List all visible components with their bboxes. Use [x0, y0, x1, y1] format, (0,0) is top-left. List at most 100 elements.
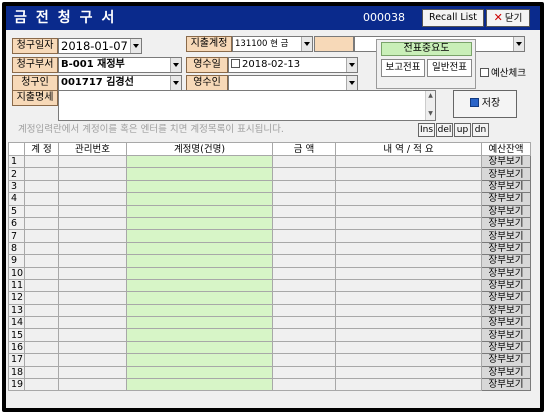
- account-cell[interactable]: [24, 241, 59, 256]
- amount-cell[interactable]: [272, 328, 336, 342]
- description-cell[interactable]: [335, 328, 482, 342]
- receiver-select[interactable]: [228, 75, 358, 91]
- table-row[interactable]: 17 장부보기: [8, 353, 531, 367]
- move-down-button[interactable]: dn: [472, 123, 489, 137]
- table-row[interactable]: 2 장부보기: [8, 167, 531, 181]
- view-ledger-button[interactable]: 장부보기: [481, 303, 531, 318]
- amount-cell[interactable]: [272, 303, 336, 318]
- table-row[interactable]: 12 장부보기: [8, 291, 531, 305]
- receipt-date-field[interactable]: 2018-02-13: [228, 57, 358, 73]
- description-cell[interactable]: [335, 266, 482, 280]
- account-cell[interactable]: [24, 291, 59, 305]
- chevron-down-icon[interactable]: [170, 58, 181, 72]
- amount-cell[interactable]: [272, 316, 336, 330]
- chevron-down-icon[interactable]: [301, 37, 312, 51]
- description-cell[interactable]: [335, 204, 482, 218]
- description-cell[interactable]: [335, 229, 482, 243]
- amount-cell[interactable]: [272, 229, 336, 243]
- account-name-cell[interactable]: [126, 278, 273, 293]
- view-ledger-button[interactable]: 장부보기: [481, 204, 531, 218]
- table-row[interactable]: 11 장부보기: [8, 278, 531, 293]
- account-name-cell[interactable]: [126, 204, 273, 218]
- account-name-cell[interactable]: [126, 291, 273, 305]
- save-button[interactable]: 저장: [453, 90, 517, 118]
- amount-cell[interactable]: [272, 216, 336, 231]
- chevron-down-icon[interactable]: [130, 39, 141, 53]
- management-number-cell[interactable]: [58, 353, 127, 367]
- account-name-cell[interactable]: [126, 303, 273, 318]
- budget-check-checkbox[interactable]: [480, 68, 489, 77]
- view-ledger-button[interactable]: 장부보기: [481, 316, 531, 330]
- dept-select[interactable]: B-001 재정부: [58, 57, 182, 73]
- account-cell[interactable]: [24, 167, 59, 181]
- view-ledger-button[interactable]: 장부보기: [481, 154, 531, 169]
- amount-cell[interactable]: [272, 204, 336, 218]
- amount-cell[interactable]: [272, 378, 336, 392]
- table-row[interactable]: 3 장부보기: [8, 179, 531, 194]
- management-number-cell[interactable]: [58, 241, 127, 256]
- amount-cell[interactable]: [272, 154, 336, 169]
- amount-cell[interactable]: [272, 192, 336, 206]
- view-ledger-button[interactable]: 장부보기: [481, 353, 531, 367]
- table-row[interactable]: 4 장부보기: [8, 192, 531, 206]
- account-cell[interactable]: [24, 216, 59, 231]
- description-cell[interactable]: [335, 340, 482, 355]
- management-number-cell[interactable]: [58, 365, 127, 380]
- account-cell[interactable]: [24, 353, 59, 367]
- account-name-cell[interactable]: [126, 254, 273, 268]
- account-cell[interactable]: [24, 278, 59, 293]
- description-cell[interactable]: [335, 216, 482, 231]
- budget-check[interactable]: 예산체크: [480, 68, 526, 80]
- description-cell[interactable]: [335, 241, 482, 256]
- account-cell[interactable]: [24, 340, 59, 355]
- management-number-cell[interactable]: [58, 303, 127, 318]
- account-cell[interactable]: [24, 154, 59, 169]
- management-number-cell[interactable]: [58, 167, 127, 181]
- view-ledger-button[interactable]: 장부보기: [481, 167, 531, 181]
- account-name-cell[interactable]: [126, 353, 273, 367]
- view-ledger-button[interactable]: 장부보기: [481, 365, 531, 380]
- memo-textarea[interactable]: ▲ ▼: [58, 90, 436, 121]
- account-cell[interactable]: [24, 192, 59, 206]
- amount-cell[interactable]: [272, 254, 336, 268]
- management-number-cell[interactable]: [58, 278, 127, 293]
- account-name-cell[interactable]: [126, 216, 273, 231]
- management-number-cell[interactable]: [58, 254, 127, 268]
- table-row[interactable]: 7 장부보기: [8, 229, 531, 243]
- memo-scrollbar[interactable]: ▲ ▼: [425, 91, 435, 120]
- account-name-cell[interactable]: [126, 316, 273, 330]
- account-cell[interactable]: [24, 179, 59, 194]
- description-cell[interactable]: [335, 316, 482, 330]
- table-row[interactable]: 16 장부보기: [8, 340, 531, 355]
- table-row[interactable]: 18 장부보기: [8, 365, 531, 380]
- management-number-cell[interactable]: [58, 229, 127, 243]
- account-cell[interactable]: [24, 254, 59, 268]
- management-number-cell[interactable]: [58, 316, 127, 330]
- account-name-cell[interactable]: [126, 229, 273, 243]
- table-row[interactable]: 5 장부보기: [8, 204, 531, 218]
- general-voucher-button[interactable]: 일반전표: [427, 59, 472, 77]
- account-name-cell[interactable]: [126, 378, 273, 392]
- chevron-down-icon[interactable]: [346, 58, 357, 72]
- account-cell[interactable]: [24, 316, 59, 330]
- description-cell[interactable]: [335, 278, 482, 293]
- claimant-select[interactable]: 001717 김경선: [58, 75, 182, 91]
- view-ledger-button[interactable]: 장부보기: [481, 266, 531, 280]
- expense-account-code[interactable]: [314, 36, 354, 52]
- view-ledger-button[interactable]: 장부보기: [481, 278, 531, 293]
- description-cell[interactable]: [335, 291, 482, 305]
- table-row[interactable]: 14 장부보기: [8, 316, 531, 330]
- description-cell[interactable]: [335, 167, 482, 181]
- description-cell[interactable]: [335, 303, 482, 318]
- management-number-cell[interactable]: [58, 266, 127, 280]
- view-ledger-button[interactable]: 장부보기: [481, 192, 531, 206]
- account-cell[interactable]: [24, 365, 59, 380]
- amount-cell[interactable]: [272, 167, 336, 181]
- move-up-button[interactable]: up: [454, 123, 471, 137]
- chevron-down-icon[interactable]: [346, 76, 357, 90]
- table-row[interactable]: 13 장부보기: [8, 303, 531, 318]
- amount-cell[interactable]: [272, 365, 336, 380]
- management-number-cell[interactable]: [58, 378, 127, 392]
- account-name-cell[interactable]: [126, 266, 273, 280]
- description-cell[interactable]: [335, 179, 482, 194]
